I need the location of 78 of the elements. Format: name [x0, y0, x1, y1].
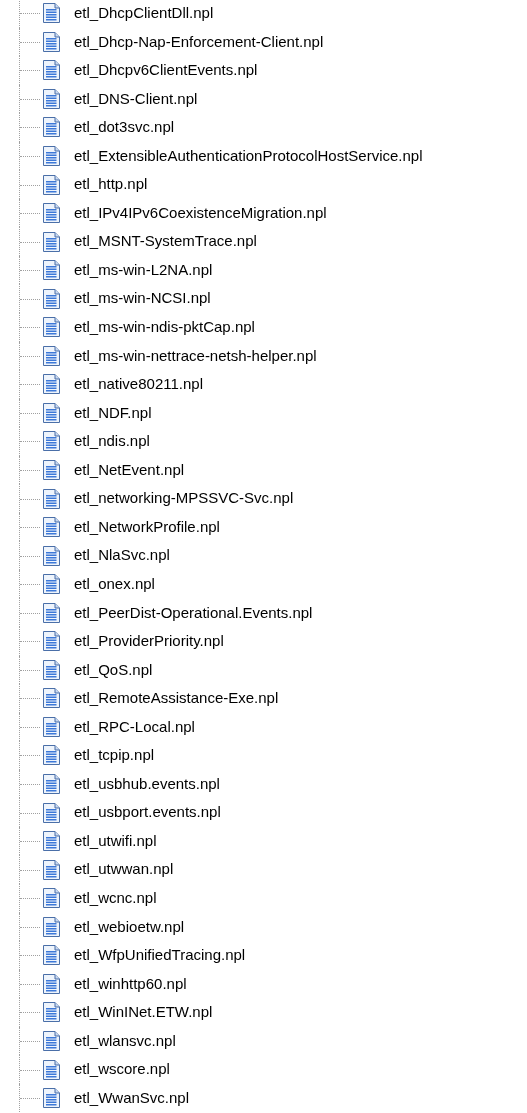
file-name[interactable]: etl_native80211.npl	[74, 373, 203, 396]
file-name[interactable]: etl_DhcpClientDll.npl	[74, 2, 214, 25]
document-icon	[42, 317, 61, 338]
document-icon	[42, 945, 61, 966]
file-name[interactable]: etl_ms-win-NCSI.npl	[74, 287, 211, 310]
document-icon	[42, 31, 61, 52]
file-name[interactable]: etl_networking-MPSSVC-Svc.npl	[74, 487, 294, 510]
document-icon	[42, 1002, 61, 1023]
document-icon	[42, 831, 61, 852]
file-name[interactable]: etl_utwifi.npl	[74, 829, 157, 853]
file-name[interactable]: etl_IPv4IPv6CoexistenceMigration.npl	[74, 201, 327, 225]
file-name[interactable]: etl_MSNT-SystemTrace.npl	[74, 230, 257, 253]
file-name[interactable]: etl_winhttp60.npl	[74, 972, 187, 996]
document-icon	[42, 460, 61, 480]
document-icon	[42, 802, 61, 823]
document-icon	[42, 3, 61, 24]
file-name[interactable]: etl_RPC-Local.npl	[74, 715, 195, 739]
file-name[interactable]: etl_PeerDist-Operational.Events.npl	[74, 601, 313, 624]
file-name[interactable]: etl_Dhcp-Nap-Enforcement-Client.npl	[74, 30, 324, 54]
file-name[interactable]: etl_wcnc.npl	[74, 886, 157, 910]
document-icon	[42, 545, 61, 566]
file-name[interactable]: etl_ms-win-L2NA.npl	[74, 258, 213, 282]
file-name[interactable]: etl_wlansvc.npl	[74, 1029, 176, 1053]
document-icon	[42, 1088, 61, 1109]
document-icon	[42, 1030, 61, 1051]
document-icon	[42, 631, 61, 652]
document-icon	[42, 146, 61, 166]
file-name[interactable]: etl_Dhcpv6ClientEvents.npl	[74, 59, 258, 82]
document-icon	[42, 716, 61, 737]
file-name[interactable]: etl_NlaSvc.npl	[74, 544, 170, 567]
document-icon	[42, 774, 61, 795]
document-icon	[42, 688, 61, 709]
document-icon	[42, 859, 61, 880]
file-name[interactable]: etl_RemoteAssistance-Exe.npl	[74, 687, 279, 710]
document-icon	[42, 60, 61, 81]
document-icon	[42, 517, 61, 538]
document-icon	[42, 374, 61, 395]
document-icon	[42, 288, 61, 309]
document-icon	[42, 916, 61, 937]
file-name[interactable]: etl_NetworkProfile.npl	[74, 515, 220, 539]
document-icon	[42, 345, 61, 366]
document-icon	[42, 402, 61, 423]
file-name[interactable]: etl_NDF.npl	[74, 401, 152, 425]
file-name[interactable]: etl_usbport.events.npl	[74, 801, 221, 824]
file-name[interactable]: etl_usbhub.events.npl	[74, 772, 220, 796]
file-name[interactable]: etl_utwwan.npl	[74, 858, 174, 881]
document-icon	[42, 174, 61, 195]
file-name[interactable]: etl_WwanSvc.npl	[74, 1086, 190, 1110]
document-icon	[42, 745, 61, 766]
file-name[interactable]: etl_wscore.npl	[74, 1058, 170, 1081]
document-icon	[42, 659, 61, 680]
document-icon	[42, 88, 61, 109]
file-name[interactable]: etl_WinINet.ETW.npl	[74, 1001, 213, 1024]
document-icon	[42, 231, 61, 252]
file-name[interactable]: etl_webioetw.npl	[74, 915, 185, 938]
document-icon	[42, 117, 61, 138]
file-name[interactable]: etl_ExtensibleAuthenticationProtocolHostService.npl	[74, 144, 423, 168]
file-name[interactable]: etl_DNS-Client.npl	[74, 87, 198, 111]
file-name[interactable]: etl_NetEvent.npl	[74, 458, 185, 482]
document-icon	[42, 488, 61, 509]
file-name[interactable]: etl_ProviderPriority.npl	[74, 630, 224, 653]
file-name[interactable]: etl_tcpip.npl	[74, 744, 155, 767]
document-icon	[42, 203, 61, 224]
document-icon	[42, 431, 61, 452]
file-name[interactable]: etl_QoS.npl	[74, 658, 153, 682]
document-icon	[42, 260, 61, 281]
file-name[interactable]: etl_http.npl	[74, 173, 148, 196]
file-name[interactable]: etl_ndis.npl	[74, 430, 150, 453]
document-icon	[42, 574, 61, 595]
file-name[interactable]: etl_WfpUnifiedTracing.npl	[74, 944, 246, 967]
file-name[interactable]: etl_ms-win-ndis-pktCap.npl	[74, 316, 255, 339]
document-icon	[42, 888, 61, 909]
document-icon	[42, 1059, 61, 1080]
file-name[interactable]: etl_dot3svc.npl	[74, 116, 175, 139]
document-icon	[42, 973, 61, 994]
document-icon	[42, 602, 61, 623]
file-name[interactable]: etl_onex.npl	[74, 572, 155, 596]
file-name[interactable]: etl_ms-win-nettrace-netsh-helper.npl	[74, 344, 317, 368]
